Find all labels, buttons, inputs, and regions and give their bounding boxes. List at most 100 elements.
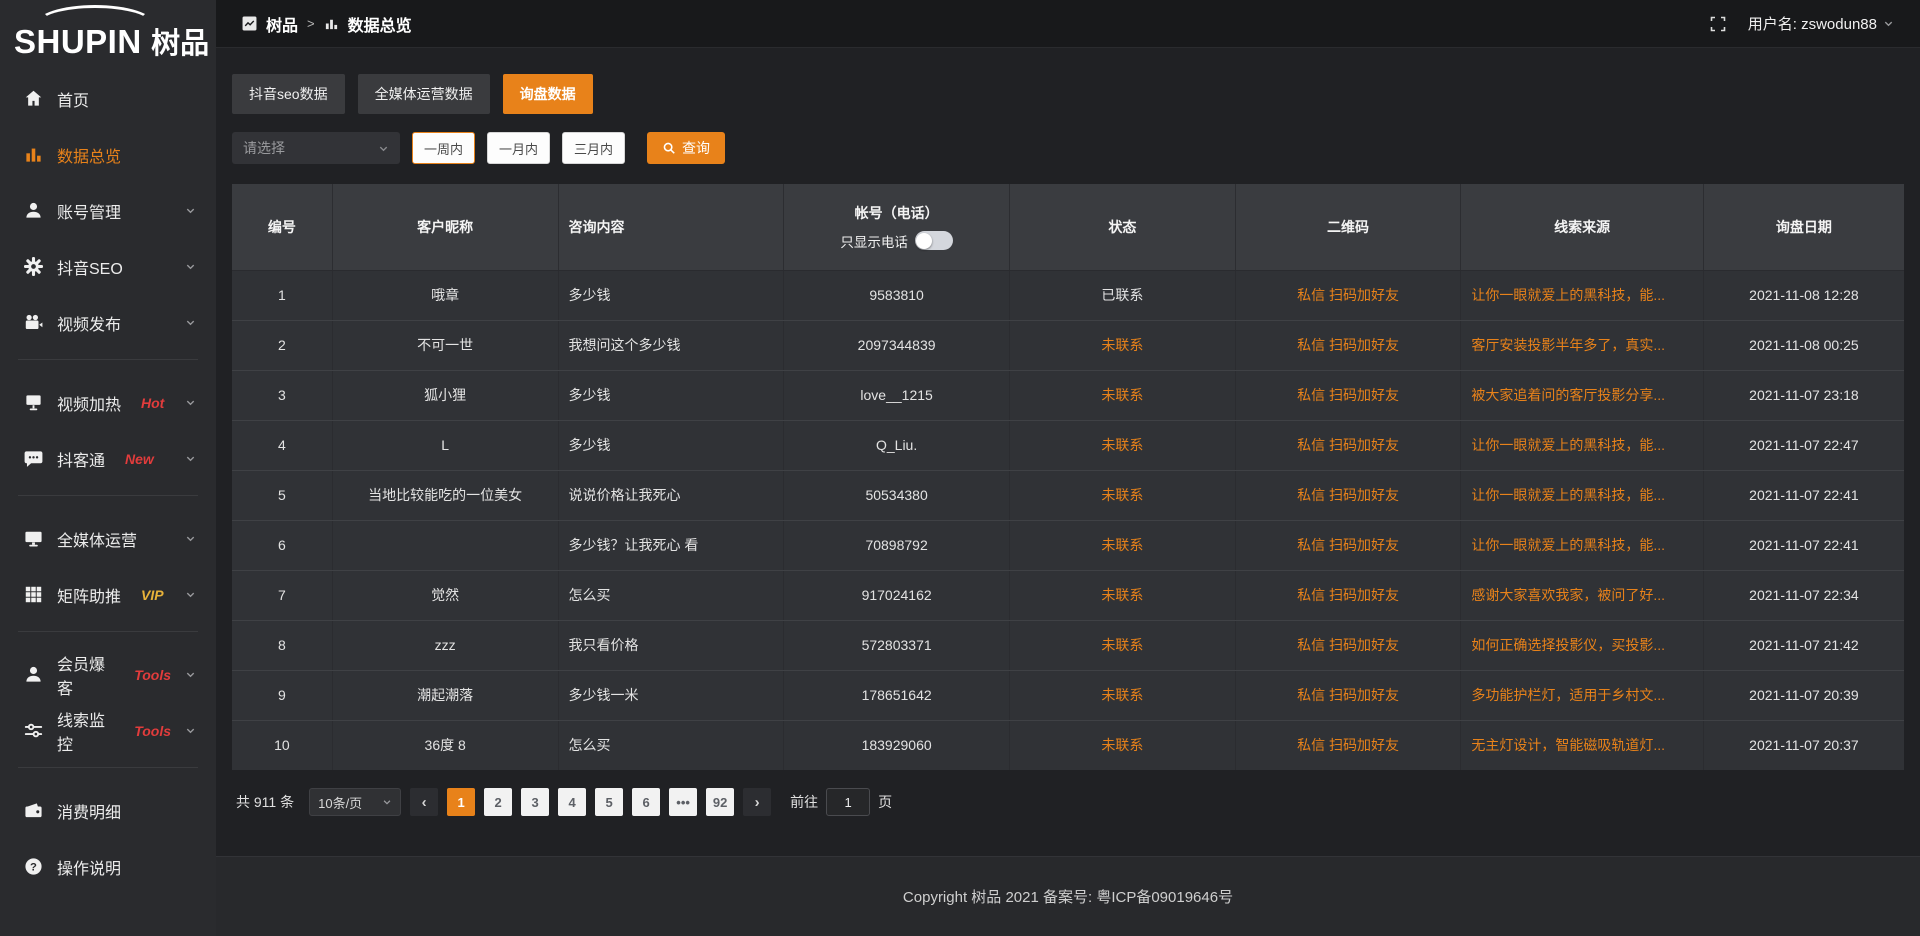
cell-status: 未联系 — [1009, 320, 1235, 370]
account-select[interactable]: 请选择 — [232, 132, 400, 164]
sidebar-item-home[interactable]: 首页 — [0, 74, 216, 123]
page-button-6[interactable]: 6 — [632, 788, 660, 816]
cell-source-link[interactable]: 无主灯设计，智能磁吸轨道灯... — [1461, 720, 1703, 770]
cell-qrcode-link[interactable]: 私信 扫码加好友 — [1235, 520, 1461, 570]
page-button-92[interactable]: 92 — [706, 788, 734, 816]
cell-nickname — [332, 520, 558, 570]
cell-source-link[interactable]: 客厅安装投影半年多了，真实... — [1461, 320, 1703, 370]
cell-status: 未联系 — [1009, 520, 1235, 570]
cell-nickname: 狐小狸 — [332, 370, 558, 420]
cell-nickname: zzz — [332, 620, 558, 670]
cell-status: 未联系 — [1009, 470, 1235, 520]
cell-date: 2021-11-07 22:47 — [1703, 420, 1904, 470]
cell-id: 7 — [232, 570, 332, 620]
phone-only-toggle[interactable] — [915, 231, 953, 250]
grid-icon — [24, 585, 43, 604]
sidebar-item-douketong[interactable]: 抖客通New — [0, 434, 216, 483]
chevron-down-icon — [185, 453, 196, 464]
sidebar-item-data-overview[interactable]: 数据总览 — [0, 130, 216, 179]
sidebar-item-media-operation[interactable]: 全媒体运营 — [0, 514, 216, 563]
goto-label: 前往 — [790, 792, 818, 812]
cell-qrcode-link[interactable]: 私信 扫码加好友 — [1235, 670, 1461, 720]
cell-qrcode-link[interactable]: 私信 扫码加好友 — [1235, 620, 1461, 670]
cell-date: 2021-11-08 12:28 — [1703, 270, 1904, 320]
tab-抖音seo数据[interactable]: 抖音seo数据 — [232, 74, 345, 114]
sidebar-item-member-baoke[interactable]: 会员爆客Tools — [0, 650, 216, 699]
cell-date: 2021-11-07 20:37 — [1703, 720, 1904, 770]
sidebar: SHUPIN 树品 首页数据总览账号管理抖音SEO视频发布视频加热Hot抖客通N… — [0, 0, 216, 936]
logo-text-cn: 树品 — [151, 28, 209, 60]
search-button[interactable]: 查询 — [647, 132, 725, 164]
cell-status: 未联系 — [1009, 420, 1235, 470]
sidebar-item-douyin-seo[interactable]: 抖音SEO — [0, 242, 216, 291]
page-size-select[interactable]: 10条/页 — [309, 788, 401, 816]
cell-date: 2021-11-07 23:18 — [1703, 370, 1904, 420]
tab-询盘数据[interactable]: 询盘数据 — [503, 74, 593, 114]
topbar-right: 用户名: zswodun88 — [1710, 13, 1894, 34]
prev-page-button[interactable]: ‹ — [410, 788, 438, 816]
page-button-3[interactable]: 3 — [521, 788, 549, 816]
cell-source-link[interactable]: 让你一眼就爱上的黑科技，能... — [1461, 420, 1703, 470]
sidebar-item-label: 消费明细 — [57, 799, 121, 823]
sidebar-item-consume-detail[interactable]: 消费明细 — [0, 786, 216, 835]
cell-qrcode-link[interactable]: 私信 扫码加好友 — [1235, 320, 1461, 370]
sidebar-item-help[interactable]: ?操作说明 — [0, 842, 216, 891]
cell-nickname: L — [332, 420, 558, 470]
sidebar-item-video-publish[interactable]: 视频发布 — [0, 298, 216, 347]
inquiry-table-wrap: 编号客户昵称咨询内容帐号（电话）只显示电话状态二维码线索来源询盘日期 1哦章多少… — [232, 184, 1904, 770]
table-row: 6多少钱？让我死心 看70898792未联系私信 扫码加好友让你一眼就爱上的黑科… — [232, 520, 1904, 570]
cell-qrcode-link[interactable]: 私信 扫码加好友 — [1235, 720, 1461, 770]
sidebar-item-account-manage[interactable]: 账号管理 — [0, 186, 216, 235]
data-tabs: 抖音seo数据全媒体运营数据询盘数据 — [232, 74, 1904, 114]
cell-id: 4 — [232, 420, 332, 470]
cell-qrcode-link[interactable]: 私信 扫码加好友 — [1235, 370, 1461, 420]
cell-qrcode-link[interactable]: 私信 扫码加好友 — [1235, 270, 1461, 320]
cell-nickname: 哦章 — [332, 270, 558, 320]
cell-id: 3 — [232, 370, 332, 420]
cell-date: 2021-11-07 22:41 — [1703, 470, 1904, 520]
sidebar-item-label: 操作说明 — [57, 855, 121, 879]
user-menu[interactable]: 用户名: zswodun88 — [1748, 13, 1894, 34]
sidebar-item-badge: Tools — [134, 723, 171, 739]
cell-source-link[interactable]: 让你一眼就爱上的黑科技，能... — [1461, 270, 1703, 320]
cell-account: 50534380 — [784, 470, 1010, 520]
cell-source-link[interactable]: 让你一眼就爱上的黑科技，能... — [1461, 520, 1703, 570]
cell-qrcode-link[interactable]: 私信 扫码加好友 — [1235, 420, 1461, 470]
period-button-一月内[interactable]: 一月内 — [487, 132, 550, 164]
cell-content: 多少钱 — [558, 270, 784, 320]
cell-source-link[interactable]: 被大家追着问的客厅投影分享... — [1461, 370, 1703, 420]
page-button-1[interactable]: 1 — [447, 788, 475, 816]
goto-page-input[interactable] — [826, 788, 870, 816]
cell-content: 多少钱？让我死心 看 — [558, 520, 784, 570]
cell-date: 2021-11-07 20:39 — [1703, 670, 1904, 720]
period-buttons: 一周内一月内三月内 — [412, 132, 625, 164]
sidebar-item-clue-monitor[interactable]: 线索监控Tools — [0, 706, 216, 755]
sidebar-item-label: 会员爆客 — [57, 651, 114, 699]
cell-source-link[interactable]: 感谢大家喜欢我家，被问了好... — [1461, 570, 1703, 620]
period-button-一周内[interactable]: 一周内 — [412, 132, 475, 164]
sidebar-item-label: 抖音SEO — [57, 255, 123, 279]
cell-source-link[interactable]: 让你一眼就爱上的黑科技，能... — [1461, 470, 1703, 520]
fullscreen-icon[interactable] — [1710, 16, 1726, 32]
breadcrumb-root[interactable]: 树品 — [266, 12, 298, 36]
page-ellipsis-button[interactable]: ••• — [669, 788, 697, 816]
chevron-down-icon — [185, 589, 196, 600]
cell-qrcode-link[interactable]: 私信 扫码加好友 — [1235, 470, 1461, 520]
sidebar-item-matrix-boost[interactable]: 矩阵助推 VIP — [0, 570, 216, 619]
sidebar-item-badge: VIP — [141, 587, 164, 603]
cell-source-link[interactable]: 如何正确选择投影仪，买投影... — [1461, 620, 1703, 670]
page-button-4[interactable]: 4 — [558, 788, 586, 816]
page-button-2[interactable]: 2 — [484, 788, 512, 816]
sidebar-item-label: 数据总览 — [57, 143, 121, 167]
next-page-button[interactable]: › — [743, 788, 771, 816]
sidebar-item-label: 矩阵助推 — [57, 583, 121, 607]
cell-qrcode-link[interactable]: 私信 扫码加好友 — [1235, 570, 1461, 620]
period-button-三月内[interactable]: 三月内 — [562, 132, 625, 164]
member-icon — [24, 665, 43, 684]
chevron-down-icon — [185, 317, 196, 328]
page-button-5[interactable]: 5 — [595, 788, 623, 816]
cell-source-link[interactable]: 多功能护栏灯，适用于乡村文... — [1461, 670, 1703, 720]
username-label: 用户名: zswodun88 — [1748, 13, 1877, 34]
tab-全媒体运营数据[interactable]: 全媒体运营数据 — [358, 74, 490, 114]
sidebar-item-video-heat[interactable]: 视频加热Hot — [0, 378, 216, 427]
